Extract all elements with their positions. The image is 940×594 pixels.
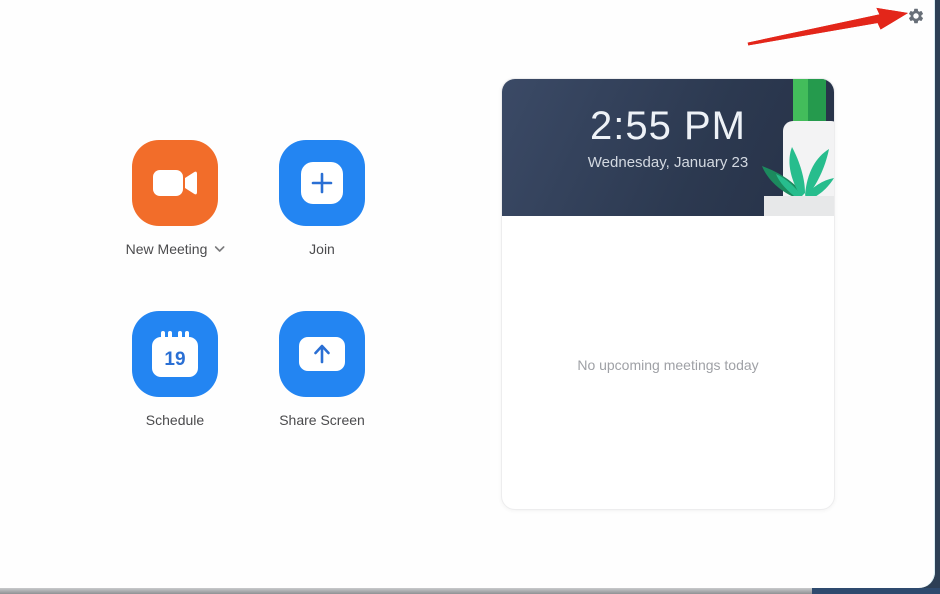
- gear-icon: [908, 8, 924, 24]
- clock-date: Wednesday, January 23: [587, 154, 749, 171]
- zoom-home-window: New Meeting Join 19 Schedule Share Scree…: [0, 0, 935, 588]
- settings-button[interactable]: [907, 7, 925, 25]
- annotation-arrow: [747, 7, 908, 46]
- screen-share-icon: [299, 337, 345, 371]
- desktop-edge-gray: [0, 588, 812, 594]
- calendar-day-number: 19: [164, 349, 185, 370]
- clock-time: 2:55 PM: [590, 104, 746, 148]
- chevron-down-icon[interactable]: [214, 246, 225, 252]
- new-meeting-button[interactable]: [132, 140, 218, 226]
- join-label: Join: [309, 241, 335, 257]
- action-share-screen: Share Screen: [279, 311, 365, 428]
- new-meeting-label-row: New Meeting: [126, 241, 225, 257]
- schedule-button[interactable]: 19: [132, 311, 218, 397]
- action-schedule: 19 Schedule: [132, 311, 218, 428]
- action-new-meeting: New Meeting: [126, 140, 225, 257]
- share-screen-label: Share Screen: [279, 412, 365, 428]
- share-screen-button[interactable]: [279, 311, 365, 397]
- meetings-panel-header: 2:55 PM Wednesday, January 23: [502, 79, 834, 216]
- schedule-label: Schedule: [145, 412, 205, 428]
- calendar-icon: 19: [152, 331, 198, 377]
- meetings-panel: 2:55 PM Wednesday, January 23 No upcomin…: [501, 78, 835, 510]
- new-meeting-label: New Meeting: [125, 241, 208, 257]
- action-join: Join: [279, 140, 365, 257]
- no-meetings-message: No upcoming meetings today: [577, 357, 759, 373]
- desktop-edge-navy: [812, 588, 940, 594]
- video-camera-icon: [153, 170, 197, 196]
- join-button[interactable]: [279, 140, 365, 226]
- plus-icon: [301, 162, 343, 204]
